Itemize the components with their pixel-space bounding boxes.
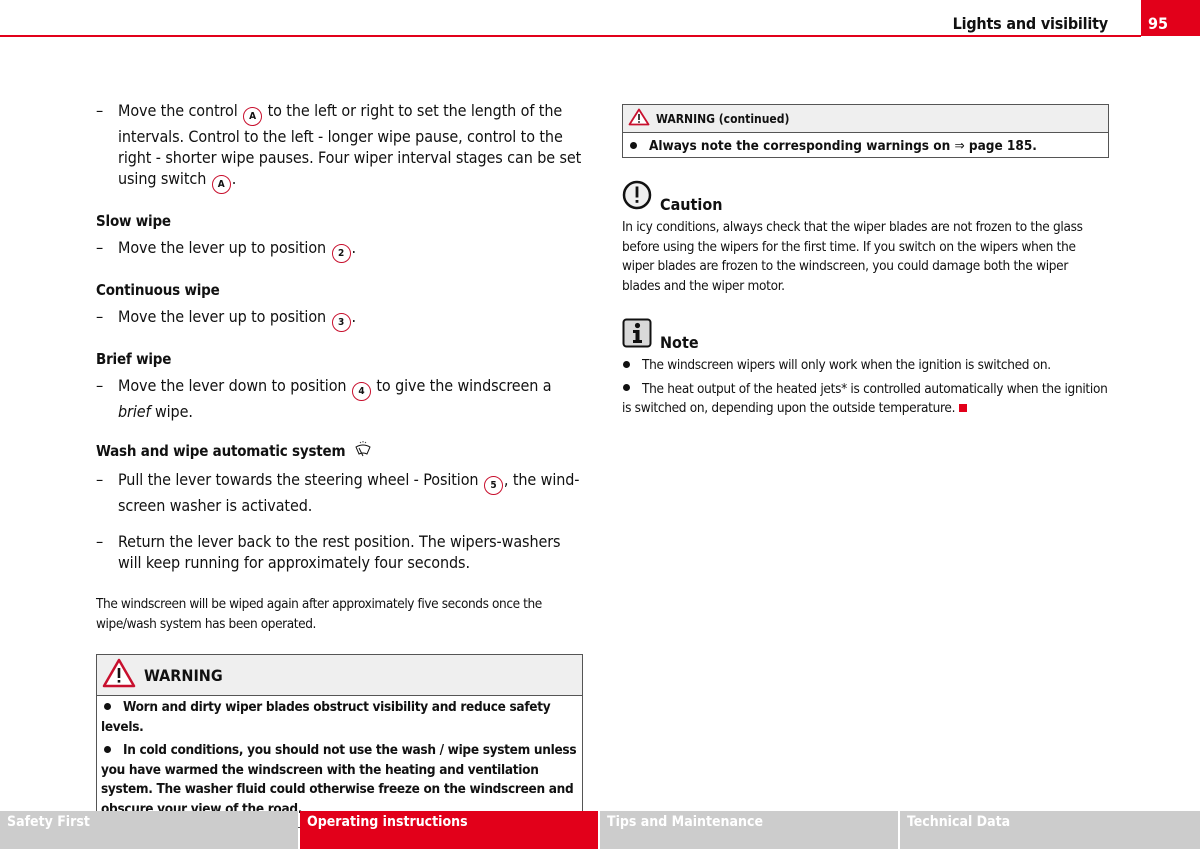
- caution-text: In icy conditions, always check that the…: [622, 219, 1083, 294]
- step-text: to give the windscreen a: [371, 376, 552, 395]
- wash-wipe-step-2: – Return the lever back to the rest posi…: [96, 531, 583, 573]
- dash-marker: –: [96, 307, 104, 326]
- tab-tips-and-maintenance[interactable]: Tips and Maintenance: [600, 811, 898, 849]
- bullet-icon: [623, 384, 630, 391]
- step-text: wipe.: [150, 402, 193, 421]
- warning-box: WARNING Worn and dirty wiper blades obst…: [96, 654, 583, 828]
- step-text: Move the lever up to position: [118, 307, 331, 326]
- dash-marker: –: [96, 470, 104, 489]
- warning-triangle-icon: [628, 108, 650, 130]
- step-text: .: [231, 169, 237, 188]
- step-text: Move the control: [118, 101, 243, 120]
- warning-title: WARNING: [144, 665, 223, 685]
- note-item-text: The heat output of the heated jets* is c…: [622, 380, 1108, 417]
- step-text: Move the lever down to position: [118, 376, 351, 395]
- wash-wipe-step-1: – Pull the lever towards the steering wh…: [96, 469, 583, 516]
- step-text: Move the lever up to position: [118, 238, 331, 257]
- page-number: 95: [1141, 0, 1200, 36]
- slow-wipe-step: – Move the lever up to position 2.: [96, 237, 583, 263]
- warning-continued-header: WARNING (continued): [623, 105, 1108, 133]
- bullet-icon: [623, 360, 630, 368]
- note-item: The windscreen wipers will only work whe…: [622, 356, 1109, 376]
- note-item-text: The windscreen wipers will only work whe…: [642, 357, 1051, 373]
- bullet-icon: [104, 702, 111, 710]
- note-title: Note: [660, 333, 699, 352]
- warning-item: Worn and dirty wiper blades obstruct vis…: [101, 698, 578, 737]
- note-header: Note: [622, 318, 1109, 352]
- warning-continued-box: WARNING (continued) Always note the corr…: [622, 104, 1109, 158]
- tab-technical-data[interactable]: Technical Data: [900, 811, 1200, 849]
- bullet-icon: [104, 745, 111, 753]
- header-rule: [0, 35, 1141, 37]
- tab-safety-first[interactable]: Safety First: [0, 811, 298, 849]
- section-end-icon: [959, 404, 968, 412]
- warning-item-text: In cold conditions, you should not use t…: [101, 742, 577, 817]
- callout-marker: A: [243, 107, 263, 126]
- heading-text: Wash and wipe automatic system: [96, 442, 346, 460]
- callout-marker: 3: [331, 313, 351, 332]
- warning-item-text: Always note the corresponding warnings o…: [649, 138, 955, 154]
- continuous-wipe-heading: Continuous wipe: [96, 281, 220, 299]
- section-title: Lights and visibility: [952, 14, 1109, 33]
- caution-header: Caution: [622, 180, 1109, 214]
- windscreen-washer-icon: [354, 440, 372, 462]
- tab-operating-instructions[interactable]: Operating instructions: [300, 811, 598, 849]
- info-icon: [622, 318, 652, 352]
- right-column: WARNING (continued) Always note the corr…: [622, 104, 1109, 423]
- dash-marker: –: [96, 238, 104, 257]
- warning-triangle-icon: [102, 658, 136, 692]
- dash-marker: –: [96, 101, 104, 120]
- intro-step: – Move the control A to the left or righ…: [96, 100, 583, 194]
- warning-continued-body: Always note the corresponding warnings o…: [623, 133, 1108, 157]
- footer-nav: Safety First Operating instructions Tips…: [0, 811, 1200, 849]
- step-text: Pull the lever towards the steering whee…: [118, 470, 483, 489]
- callout-marker: 5: [483, 476, 503, 495]
- note-item: The heat output of the heated jets* is c…: [622, 380, 1109, 419]
- warning-item: In cold conditions, you should not use t…: [101, 741, 578, 819]
- brief-wipe-heading: Brief wipe: [96, 350, 172, 368]
- wash-wipe-heading: Wash and wipe automatic system: [96, 440, 583, 462]
- callout-marker: 4: [351, 382, 371, 401]
- dash-marker: –: [96, 376, 104, 395]
- page-reference-link[interactable]: page 185.: [965, 138, 1037, 154]
- left-column: – Move the control A to the left or righ…: [96, 100, 583, 828]
- callout-marker: A: [211, 175, 231, 194]
- step-text: Return the lever back to the rest positi…: [118, 532, 561, 572]
- dash-marker: –: [96, 532, 104, 551]
- caution-icon: [622, 180, 652, 214]
- warning-body: Worn and dirty wiper blades obstruct vis…: [97, 696, 582, 827]
- bullet-icon: [630, 141, 637, 149]
- callout-marker: 2: [331, 244, 351, 263]
- emphasis-text: brief: [118, 402, 151, 421]
- continuous-wipe-step: – Move the lever up to position 3.: [96, 306, 583, 332]
- brief-wipe-step: – Move the lever down to position 4 to g…: [96, 375, 583, 422]
- caution-title: Caution: [660, 195, 723, 214]
- warning-continued-title: WARNING (continued): [656, 111, 790, 126]
- slow-wipe-heading: Slow wipe: [96, 212, 171, 230]
- step-text: .: [351, 238, 357, 257]
- warning-item-text: Worn and dirty wiper blades obstruct vis…: [101, 699, 551, 735]
- warning-header: WARNING: [97, 655, 582, 696]
- arrow-right-icon: ⇒: [954, 138, 965, 154]
- wipe-note-paragraph: The windscreen will be wiped again after…: [96, 596, 542, 632]
- step-text: .: [351, 307, 357, 326]
- note-body: The windscreen wipers will only work whe…: [622, 356, 1109, 419]
